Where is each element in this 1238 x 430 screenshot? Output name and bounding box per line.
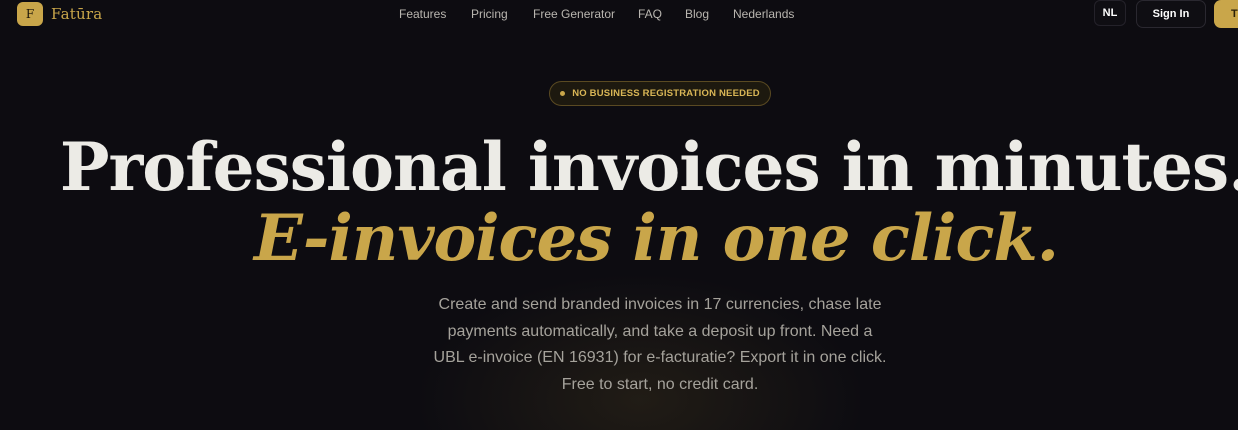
hero-subtitle: Create and send branded invoices in 17 c… (433, 296, 887, 393)
nav-item-features[interactable]: Features (399, 6, 446, 22)
hero-badge: NO BUSINESS REGISTRATION NEEDED (549, 81, 771, 106)
nav-item-faq[interactable]: FAQ (638, 6, 662, 22)
get-started-button[interactable]: T (1214, 0, 1238, 28)
nav-item-pricing[interactable]: Pricing (471, 6, 508, 22)
hero-headline: Professional invoices in minutes. (59, 128, 1238, 206)
language-switch-button[interactable]: NL (1094, 0, 1126, 26)
hero-badge-text: NO BUSINESS REGISTRATION NEEDED (572, 88, 760, 99)
main-nav: Features Pricing Free Generator FAQ Blog… (0, 6, 1238, 24)
hero-headline-accent: E-invoices in one click. (253, 201, 1059, 276)
sign-in-button[interactable]: Sign In (1136, 0, 1206, 28)
landing-page: F Fatūra Features Pricing Free Generator… (0, 0, 1238, 430)
nav-item-blog[interactable]: Blog (685, 6, 709, 22)
badge-dot-icon (560, 91, 566, 96)
nav-item-nederlands[interactable]: Nederlands (733, 6, 794, 22)
nav-item-free-generator[interactable]: Free Generator (533, 6, 615, 22)
